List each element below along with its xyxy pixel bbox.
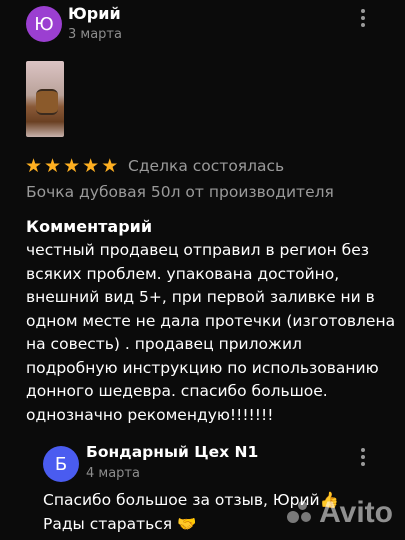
review-photo-thumbnail[interactable] — [26, 61, 64, 137]
barrel-image — [36, 89, 58, 115]
star-icon: ★ — [101, 155, 119, 177]
product-title[interactable]: Бочка дубовая 50л от производителя — [26, 183, 334, 201]
reply-date: 4 марта — [86, 466, 140, 481]
star-icon: ★ — [63, 155, 81, 177]
comment-line: однозначно рекомендую!!!!!!! — [26, 405, 274, 424]
comment-heading: Комментарий — [26, 217, 153, 236]
star-icon: ★ — [25, 155, 43, 177]
avito-wordmark: Avito — [319, 496, 393, 529]
rating-stars: ★ ★ ★ ★ ★ — [25, 156, 118, 176]
seller-avatar[interactable]: Б — [43, 446, 79, 482]
comment-body: честный продавец отправил в регион без в… — [26, 239, 401, 427]
avito-watermark: Avito — [287, 496, 393, 530]
reviewer-name[interactable]: Юрий — [68, 4, 121, 23]
comment-line: честный продавец отправил в регион без — [26, 241, 369, 259]
seller-avatar-initial: Б — [54, 453, 68, 475]
comment-line: одном месте не дала протечки (изготовлен… — [26, 311, 396, 330]
comment-line: всяких проблем. упакована достойно, — [26, 264, 340, 283]
review-date: 3 марта — [68, 27, 122, 42]
comment-line: внешний вид 5+, при первой заливке ни в — [26, 288, 375, 306]
reply-more-icon[interactable] — [361, 445, 365, 469]
avito-logo-icon — [287, 501, 313, 525]
seller-name[interactable]: Бондарный Цех N1 — [86, 443, 258, 461]
deal-status: Сделка состоялась — [128, 157, 285, 175]
star-icon: ★ — [82, 155, 100, 177]
star-icon: ★ — [44, 155, 62, 177]
comment-line: донного шедевра. спасибо большое. — [26, 382, 328, 400]
comment-line: на совесть) . продавец приложил — [26, 335, 302, 353]
reviewer-avatar[interactable]: Ю — [26, 6, 62, 42]
review-more-icon[interactable] — [361, 6, 365, 30]
reviewer-avatar-initial: Ю — [34, 13, 54, 35]
comment-line: подробную инструкцию по использованию — [26, 358, 379, 377]
